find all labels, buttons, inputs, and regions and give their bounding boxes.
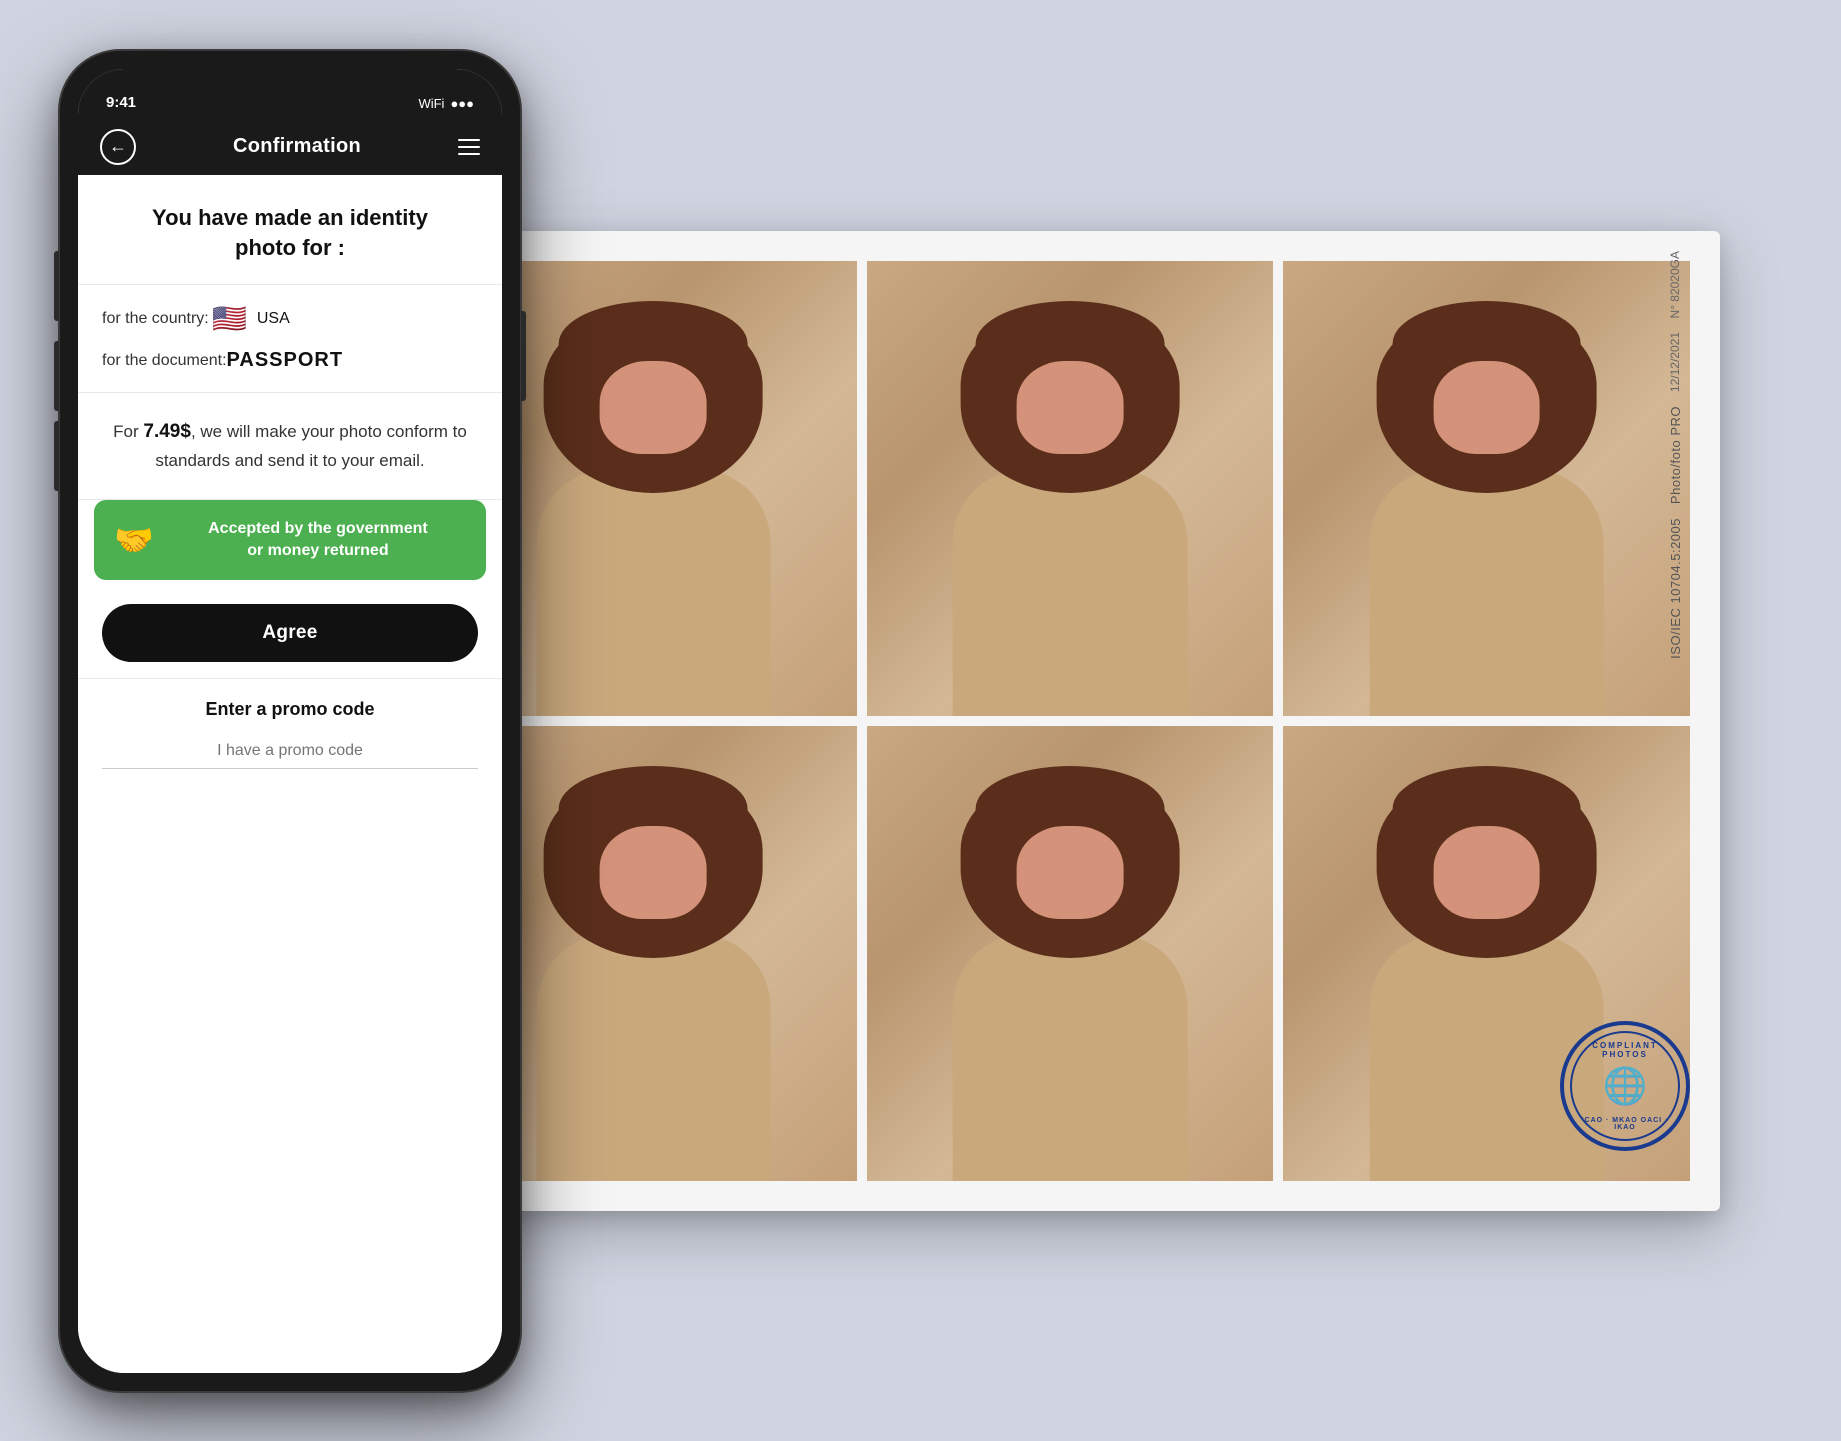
sheet-iso: ISO/IEC 10704.5:2005: [1668, 518, 1683, 659]
globe-icon: 🌐: [1603, 1065, 1648, 1107]
handshake-icon: 🤝: [114, 521, 154, 559]
sheet-number: N° 82020GA: [1668, 251, 1682, 319]
person-face-1: [600, 361, 707, 454]
person-body-3: [1370, 470, 1604, 715]
country-name: USA: [257, 310, 290, 328]
nav-bar: ← Confirmation: [78, 119, 502, 175]
guarantee-banner: 🤝 Accepted by the government or money re…: [94, 500, 486, 581]
person-figure-5: [924, 771, 1217, 1181]
screen-content: You have made an identity photo for : fo…: [78, 175, 502, 1373]
compliance-stamp: COMPLIANT PHOTOS 🌐 ICAO · MKAO OACI · IK…: [1560, 1021, 1690, 1151]
person-head-4: [577, 794, 729, 950]
person-figure-2: [924, 306, 1217, 716]
photo-sheet: N° 82020GA 12/12/2021 Photo/foto PRO ISO…: [420, 231, 1720, 1211]
flag-icon: 🇺🇸: [212, 305, 247, 333]
photo-cell-2: [867, 261, 1274, 716]
photo-5: [867, 726, 1274, 1181]
country-value: 🇺🇸 USA: [212, 305, 290, 333]
promo-label: Enter a promo code: [102, 699, 478, 720]
stamp-arc-top: COMPLIANT PHOTOS: [1572, 1041, 1678, 1059]
person-head-1: [577, 329, 729, 485]
back-button[interactable]: ←: [100, 129, 136, 165]
document-label: for the document:: [102, 352, 227, 370]
status-time: 9:41: [106, 94, 136, 111]
phone-mockup: 9:41 WiFi ●●● ← Confirmation You ha: [60, 51, 520, 1391]
price-value: 7.49$: [143, 421, 191, 442]
photo-cell-3: [1283, 261, 1690, 716]
person-head-2: [994, 329, 1146, 485]
document-row: for the document: PASSPORT: [102, 349, 478, 372]
agree-section: Agree: [78, 580, 502, 678]
agree-button[interactable]: Agree: [102, 604, 478, 662]
sheet-date: 12/12/2021: [1668, 332, 1682, 392]
promo-section: Enter a promo code: [78, 678, 502, 799]
menu-line-3: [458, 153, 480, 155]
person-face-3: [1433, 361, 1540, 454]
header-section: You have made an identity photo for :: [78, 175, 502, 286]
person-face-4: [600, 826, 707, 919]
promo-input[interactable]: [102, 734, 478, 769]
person-head-6: [1411, 794, 1563, 950]
battery-icon: ●●●: [450, 96, 474, 111]
stamp-inner: COMPLIANT PHOTOS 🌐 ICAO · MKAO OACI · IK…: [1570, 1031, 1680, 1141]
photo-cell-5: [867, 726, 1274, 1181]
person-figure-1: [507, 306, 800, 716]
menu-button[interactable]: [458, 139, 480, 155]
photo-3: [1283, 261, 1690, 716]
person-figure-4: [507, 771, 800, 1181]
sheet-brand: Photo/foto PRO: [1668, 406, 1683, 504]
back-arrow-icon: ←: [109, 136, 127, 157]
nav-title: Confirmation: [233, 135, 361, 158]
person-head-5: [994, 794, 1146, 950]
details-section: for the country: 🇺🇸 USA for the document…: [78, 285, 502, 393]
person-face-5: [1017, 826, 1124, 919]
document-value: PASSPORT: [227, 349, 344, 372]
country-row: for the country: 🇺🇸 USA: [102, 305, 478, 333]
person-face-6: [1433, 826, 1540, 919]
person-body-1: [536, 470, 770, 715]
menu-line-2: [458, 146, 480, 148]
photo-2: [867, 261, 1274, 716]
stamp-arc-bottom: ICAO · MKAO OACI · IKAO: [1572, 1117, 1678, 1131]
person-body-2: [953, 470, 1187, 715]
person-figure-3: [1340, 306, 1633, 716]
header-title: You have made an identity photo for :: [102, 203, 478, 265]
person-body-5: [953, 935, 1187, 1180]
person-head-3: [1411, 329, 1563, 485]
guarantee-text: Accepted by the government or money retu…: [170, 518, 466, 563]
phone-screen: 9:41 WiFi ●●● ← Confirmation You ha: [78, 69, 502, 1373]
pricing-text: For 7.49$, we will make your photo confo…: [102, 417, 478, 475]
person-body-4: [536, 935, 770, 1180]
wifi-icon: WiFi: [418, 96, 444, 111]
country-label: for the country:: [102, 310, 212, 328]
status-icons: WiFi ●●●: [418, 96, 474, 111]
pricing-section: For 7.49$, we will make your photo confo…: [78, 393, 502, 500]
menu-line-1: [458, 139, 480, 141]
phone-notch: [210, 51, 370, 85]
person-face-2: [1017, 361, 1124, 454]
